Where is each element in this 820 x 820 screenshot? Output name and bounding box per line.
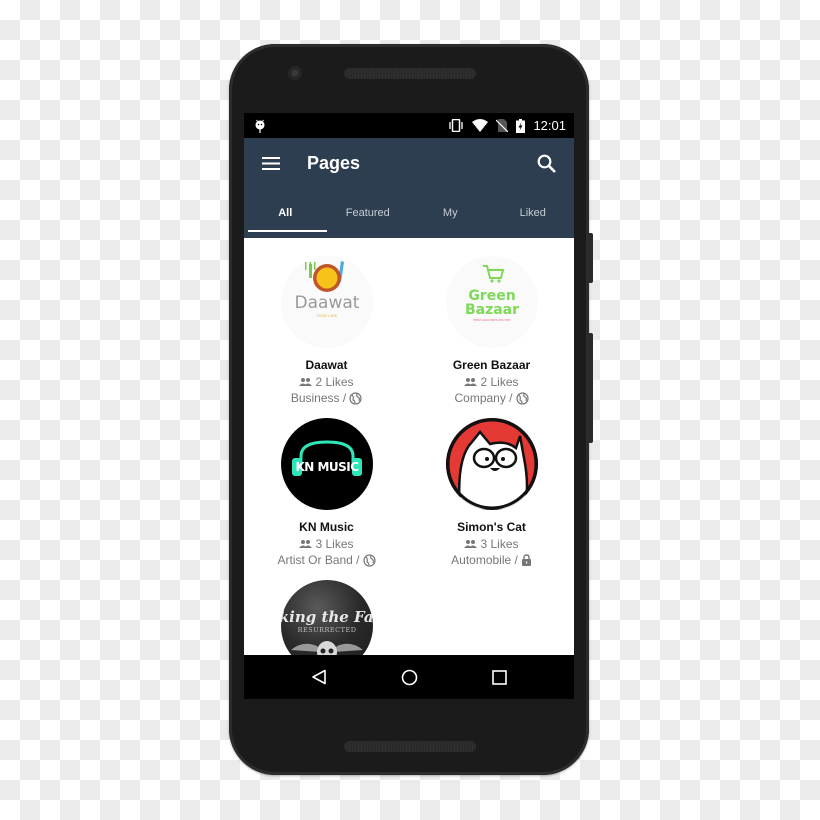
- daawat-logo-subtext: FOOD CAFE: [316, 314, 336, 318]
- back-icon[interactable]: [299, 662, 339, 692]
- page-name[interactable]: KN Music: [299, 520, 354, 534]
- page-category: Company /: [454, 391, 529, 405]
- green-bazaar-logo-text-2: Bazaar: [464, 302, 518, 318]
- nav-bar: [244, 655, 574, 699]
- page-likes: 2 Likes: [464, 375, 519, 389]
- vibrate-icon: [448, 119, 464, 132]
- page-category: Automobile /: [451, 553, 532, 567]
- simons-cat-logo: [445, 418, 538, 510]
- people-icon: [299, 540, 313, 548]
- kn-music-logo-text: KN MUSIC: [295, 460, 359, 474]
- home-icon[interactable]: [389, 662, 429, 692]
- globe-icon: [515, 391, 529, 405]
- likes-count: 3 Likes: [480, 537, 519, 551]
- page-card-simons-cat[interactable]: Simon's Cat 3 Likes Automobile /: [409, 410, 574, 572]
- likes-count: 2 Likes: [480, 375, 519, 389]
- tab-all[interactable]: All: [244, 188, 327, 238]
- bottom-speaker: [344, 741, 476, 752]
- page-name[interactable]: Simon's Cat: [457, 520, 526, 534]
- page-likes: 3 Likes: [464, 537, 519, 551]
- android-debug-icon: [254, 119, 266, 133]
- people-icon: [464, 540, 478, 548]
- taking-the-fall-logo-subtext: RESURRECTED: [297, 626, 356, 634]
- daawat-logo: Daawat FOOD CAFE: [280, 256, 373, 348]
- page-name[interactable]: Daawat: [305, 358, 347, 372]
- pages-grid: Daawat FOOD CAFE Daawat 2 Likes Business…: [244, 238, 574, 699]
- search-icon[interactable]: [537, 154, 556, 173]
- lock-icon: [521, 554, 532, 566]
- category-label: Business /: [290, 391, 347, 405]
- green-bazaar-logo-subtext: FRESH GROCERIES DELIVERY: [473, 318, 511, 322]
- likes-count: 2 Likes: [315, 375, 354, 389]
- status-bar: 12:01: [244, 113, 574, 138]
- screen: 12:01 Pages All Featured My Liked Daawat…: [244, 113, 574, 699]
- taking-the-fall-logo-text: aking the Fall: [281, 608, 373, 626]
- page-card-daawat[interactable]: Daawat FOOD CAFE Daawat 2 Likes Business…: [244, 248, 409, 410]
- category-label: Automobile /: [451, 553, 518, 567]
- no-sim-icon: [496, 119, 509, 132]
- category-label: Artist Or Band /: [277, 553, 360, 567]
- app-bar: Pages All Featured My Liked: [244, 138, 574, 238]
- battery-charging-icon: [516, 118, 526, 133]
- green-bazaar-logo: Green Bazaar FRESH GROCERIES DELIVERY: [445, 256, 538, 348]
- hamburger-menu-icon[interactable]: [262, 156, 280, 170]
- page-title: Pages: [307, 152, 361, 173]
- page-likes: 3 Likes: [299, 537, 354, 551]
- page-card-kn-music[interactable]: KN MUSIC KN Music 3 Likes Artist Or Band…: [244, 410, 409, 572]
- page-category: Business /: [291, 391, 362, 405]
- wifi-icon: [472, 119, 489, 132]
- globe-icon: [349, 391, 362, 405]
- top-speaker: [344, 68, 476, 79]
- category-label: Company /: [454, 391, 513, 405]
- recents-icon[interactable]: [479, 662, 519, 692]
- daawat-logo-text: Daawat: [294, 293, 359, 313]
- likes-count: 3 Likes: [315, 537, 354, 551]
- people-icon: [464, 378, 478, 386]
- people-icon: [299, 378, 313, 386]
- page-category: Artist Or Band /: [277, 553, 376, 567]
- power-button: [588, 233, 593, 283]
- page-name[interactable]: Green Bazaar: [453, 358, 530, 372]
- page-likes: 2 Likes: [299, 375, 354, 389]
- tab-my[interactable]: My: [409, 188, 492, 238]
- page-card-green-bazaar[interactable]: Green Bazaar FRESH GROCERIES DELIVERY Gr…: [409, 248, 574, 410]
- front-camera: [288, 66, 302, 80]
- tab-featured[interactable]: Featured: [327, 188, 410, 238]
- tab-bar: All Featured My Liked: [244, 188, 574, 238]
- volume-button: [588, 333, 593, 443]
- kn-music-logo: KN MUSIC: [280, 418, 373, 510]
- tab-liked[interactable]: Liked: [492, 188, 575, 238]
- globe-icon: [362, 553, 376, 567]
- status-time: 12:01: [533, 118, 566, 133]
